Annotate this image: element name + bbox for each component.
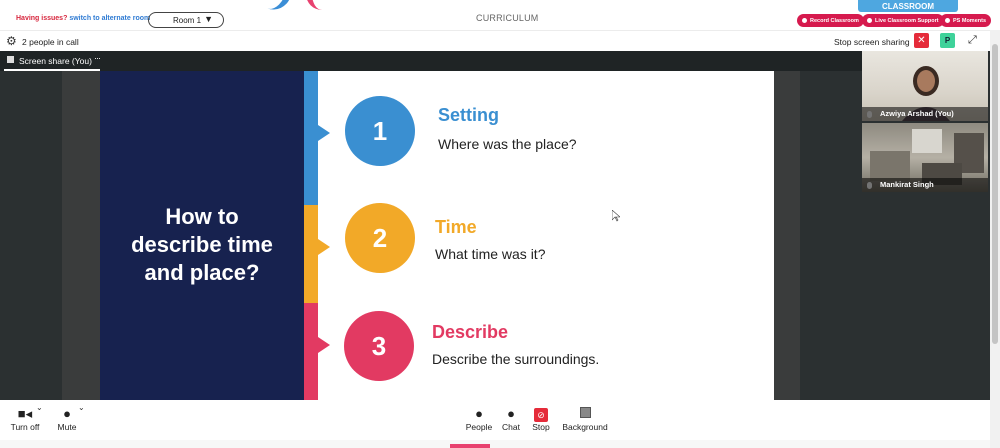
screen-share-icon	[7, 56, 14, 63]
top-bar: Having issues? switch to alternate room …	[0, 0, 992, 30]
people-in-call: 2 people in call	[22, 37, 79, 47]
step-3-title: Describe	[432, 322, 509, 342]
step-2-title: Time	[435, 217, 477, 237]
strip-yellow	[304, 205, 318, 303]
support-icon	[867, 18, 872, 23]
chevron-down-icon: ▼	[204, 14, 213, 24]
notch-yellow	[318, 239, 330, 255]
stop-screen-sharing-text[interactable]: Stop screen sharing	[834, 37, 910, 47]
shared-slide: How to describe time and place? 1 Settin…	[100, 71, 774, 400]
background-button[interactable]: Background	[560, 406, 610, 432]
participant-tile-1[interactable]: Azwiya Arshad (You)	[862, 51, 988, 121]
participant-name-1: Azwiya Arshad (You)	[862, 107, 988, 121]
issues-notice: Having issues? switch to alternate room	[16, 15, 150, 22]
vertical-scrollbar[interactable]	[990, 30, 1000, 448]
room-label: Room 1	[173, 15, 202, 25]
chat-bubble-icon: ●	[507, 406, 515, 421]
record-classroom-label: Record Classroom	[810, 17, 859, 24]
participant-tile-2[interactable]: Mankirat Singh	[862, 123, 988, 192]
participant-badge[interactable]: P	[940, 33, 955, 48]
mouse-cursor-icon	[612, 210, 620, 222]
slide-question-line-2: describe time	[131, 232, 273, 257]
mic-options-chevron-icon[interactable]: ⌄	[78, 403, 85, 412]
footer-accent	[450, 444, 490, 448]
slide-question-line-3: and place?	[144, 260, 260, 285]
step-2-circle: 2	[345, 203, 415, 273]
people-button[interactable]: ● People	[462, 406, 496, 432]
control-bar: ■◂ Turn off ⌄ ● Mute ⌄ ● People ● Chat ⊘…	[0, 400, 990, 440]
slide-question: How to describe time and place?	[100, 203, 304, 287]
alternate-room-link[interactable]: switch to alternate room	[69, 15, 150, 22]
camera-dot-icon	[945, 18, 950, 23]
camera-button-label: Turn off	[10, 422, 40, 432]
decorative-swoosh-blue	[255, 0, 291, 15]
record-icon	[802, 18, 807, 23]
ps-moments-button[interactable]: PS Moments	[940, 14, 992, 27]
background-icon	[579, 407, 591, 418]
issues-text: Having issues?	[16, 15, 68, 22]
meeting-page: Having issues? switch to alternate room …	[0, 0, 1000, 448]
camera-options-chevron-icon[interactable]: ⌄	[36, 403, 43, 412]
room-selector[interactable]: Room 1 ▼	[148, 12, 224, 28]
decorative-swoosh-pink	[306, 0, 326, 10]
gear-icon[interactable]: ⚙	[6, 34, 17, 48]
step-2-desc: What time was it?	[435, 246, 546, 262]
ps-moments-label: PS Moments	[953, 17, 987, 24]
background-button-label: Background	[562, 422, 608, 432]
stop-share-icon: ⊘	[534, 408, 548, 422]
more-options-icon[interactable]: ···	[94, 53, 101, 63]
stop-button-label: Stop	[532, 422, 550, 432]
screen-share-header: Screen share (You) ···	[0, 51, 862, 71]
slide-question-line-1: How to	[165, 204, 239, 229]
strip-pink	[304, 303, 318, 400]
slide-letterbox-left	[62, 71, 100, 400]
person-icon: ●	[475, 406, 483, 421]
chat-button[interactable]: ● Chat	[498, 406, 524, 432]
slide-letterbox-right	[774, 71, 800, 400]
strip-blue	[304, 71, 318, 205]
step-1-title: Setting	[438, 105, 499, 125]
stop-sharing-close-button[interactable]: ✕	[914, 33, 929, 48]
scrollbar-thumb[interactable]	[992, 44, 998, 344]
screen-share-label: Screen share (You)	[19, 56, 92, 66]
people-button-label: People	[465, 422, 493, 432]
participant-name-2: Mankirat Singh	[862, 178, 988, 192]
page-footer	[0, 440, 990, 448]
mute-button-label: Mute	[57, 422, 77, 432]
classroom-tab[interactable]: CLASSROOM	[858, 0, 958, 12]
live-support-label: Live Classroom Support	[875, 17, 939, 24]
step-3-circle: 3	[344, 311, 414, 381]
step-1-desc: Where was the place?	[438, 136, 577, 152]
notch-blue	[318, 125, 330, 141]
step-3-desc: Describe the surroundings.	[432, 351, 600, 367]
step-1-circle: 1	[345, 96, 415, 166]
live-support-button[interactable]: Live Classroom Support	[862, 14, 944, 27]
record-classroom-button[interactable]: Record Classroom	[797, 14, 864, 27]
notch-pink	[318, 337, 330, 353]
stop-share-button[interactable]: ⊘ Stop	[528, 406, 554, 432]
page-title: CURRICULUM	[476, 13, 539, 23]
fullscreen-icon[interactable]: ⤢	[968, 34, 977, 47]
call-bar: ⚙ 2 people in call Stop screen sharing ✕…	[0, 30, 990, 51]
chat-button-label: Chat	[502, 422, 520, 432]
